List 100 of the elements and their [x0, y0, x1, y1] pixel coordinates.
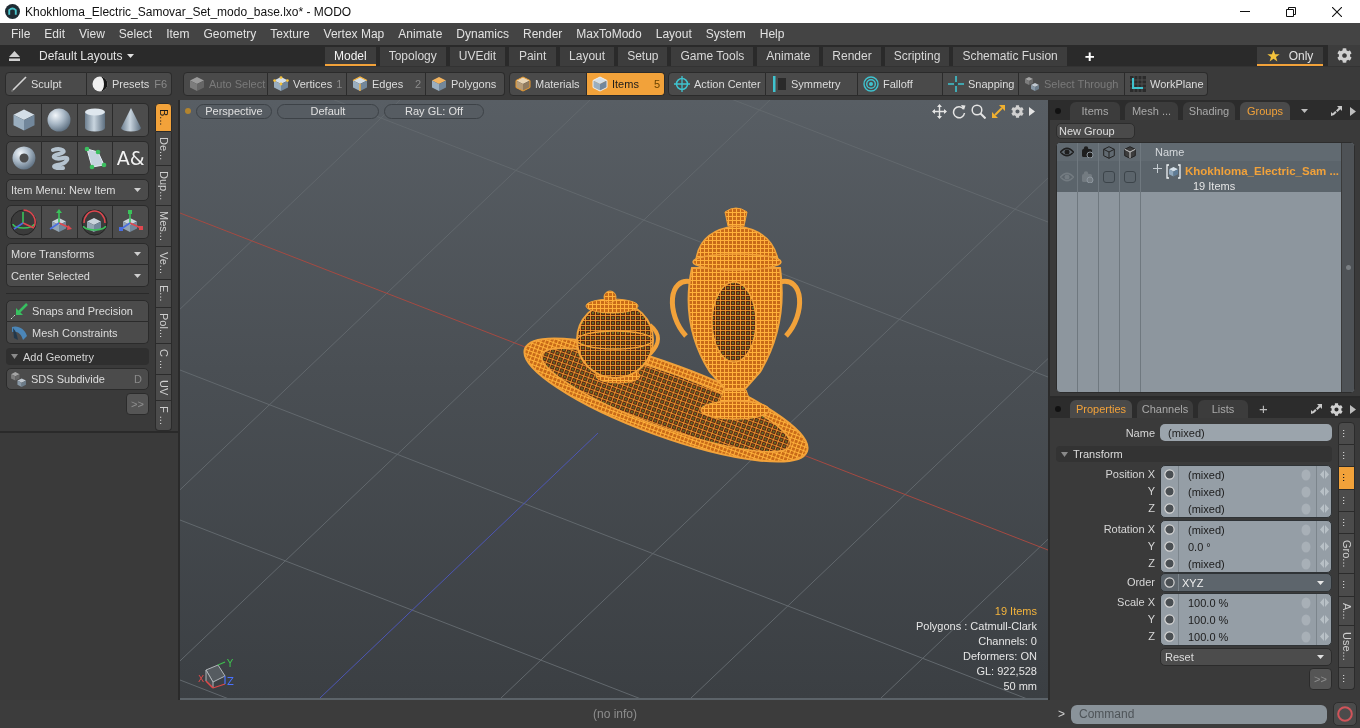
panel-tab[interactable]: Mesh ... [1125, 102, 1178, 120]
side-tab[interactable]: Use... [1338, 626, 1355, 668]
menu-item[interactable]: Texture [263, 23, 317, 45]
shape-tool-button[interactable] [41, 141, 78, 175]
side-tab[interactable]: A... [1338, 596, 1355, 627]
order-dropdown[interactable]: XYZ [1179, 574, 1331, 591]
tool-button[interactable]: Falloff [858, 71, 943, 96]
tool-button[interactable]: Items 5 [587, 71, 665, 96]
transform-tool-button[interactable] [41, 205, 78, 239]
palette-button[interactable]: Sculpt [5, 71, 87, 96]
name-field[interactable]: (mixed) [1160, 424, 1332, 441]
side-tab[interactable]: ... [1338, 511, 1355, 534]
checkbox[interactable] [1103, 170, 1115, 183]
menu-item[interactable]: Vertex Map [316, 23, 392, 45]
side-tab[interactable]: Ve... [155, 247, 172, 281]
side-tab[interactable]: Dup... [155, 165, 172, 207]
transform-tool-button[interactable] [77, 205, 114, 239]
new-group-button[interactable]: New Group [1056, 123, 1135, 139]
transform-tool-button[interactable] [6, 205, 42, 239]
layout-tab[interactable]: Game Tools [671, 47, 754, 66]
side-tab[interactable]: UV [155, 374, 172, 402]
side-tab[interactable]: ... [1338, 574, 1355, 597]
panel-tab[interactable]: Properties [1070, 400, 1132, 418]
value-field[interactable]: 100.0 % [1179, 628, 1301, 645]
side-tab[interactable]: De... [155, 131, 172, 166]
side-tab[interactable]: ... [1338, 489, 1355, 512]
layout-tab[interactable]: Paint [509, 47, 557, 66]
layout-tab[interactable]: Model [325, 47, 376, 66]
menu-item[interactable]: Select [111, 23, 160, 45]
side-tab[interactable]: ... [1338, 667, 1355, 690]
panel-tab[interactable]: Items [1070, 102, 1120, 120]
menu-item[interactable]: Layout [648, 23, 699, 45]
shape-tool-button[interactable] [6, 141, 42, 175]
tool-button[interactable]: Snapping [943, 71, 1019, 96]
tool-button[interactable]: Mesh Constraints [6, 322, 149, 344]
side-tab[interactable]: ... [1338, 422, 1355, 446]
value-field[interactable]: 100.0 % [1179, 594, 1301, 611]
record-button[interactable] [1333, 702, 1357, 726]
value-field[interactable]: (mixed) [1179, 521, 1301, 538]
menu-item[interactable]: File [4, 23, 38, 45]
layout-tab[interactable]: UVEdit [449, 47, 506, 66]
menu-item[interactable]: View [72, 23, 112, 45]
shape-tool-button[interactable] [113, 103, 149, 137]
shape-tool-button[interactable] [77, 141, 114, 175]
palette-button[interactable]: Presets F6 [87, 71, 172, 96]
layout-tab[interactable]: Animate [757, 47, 820, 66]
value-field[interactable]: (mixed) [1179, 555, 1301, 572]
tool-button[interactable]: Vertices 1 [268, 71, 347, 96]
menu-item[interactable]: Animate [391, 23, 450, 45]
layout-tab[interactable]: Layout [560, 47, 615, 66]
settings-button[interactable] [1328, 45, 1360, 66]
layout-tab[interactable]: Scripting [884, 47, 950, 66]
side-tab[interactable]: ... [1338, 445, 1355, 468]
shape-tool-button[interactable] [6, 103, 42, 137]
menu-item[interactable]: Render [516, 23, 570, 45]
layout-tab[interactable]: Render [823, 47, 881, 66]
side-tab[interactable]: Gro... [1338, 533, 1355, 575]
tool-button[interactable]: WorkPlane [1125, 71, 1208, 96]
value-field[interactable]: 0.0 ° [1179, 538, 1301, 555]
text-tool-button[interactable]: A& [113, 141, 149, 175]
tool-button[interactable]: Edges 2 [347, 71, 426, 96]
tool-button[interactable]: Materials [509, 71, 587, 96]
section-header[interactable]: Transform [1056, 446, 1332, 462]
transform-dropdown[interactable]: Center Selected [6, 265, 149, 287]
layout-tab[interactable]: Setup [618, 47, 668, 66]
panel-tab[interactable]: Lists [1198, 400, 1248, 418]
panel-tab[interactable]: Groups [1240, 102, 1290, 120]
view-button[interactable]: Default [277, 103, 379, 119]
value-field[interactable]: 100.0 % [1179, 611, 1301, 628]
reset-dropdown[interactable]: Reset [1160, 648, 1332, 666]
add-tab-button[interactable]: + [1080, 47, 1099, 66]
layout-tab[interactable]: Topology [379, 47, 446, 66]
tool-button[interactable]: SDS Subdivide D [6, 368, 149, 390]
value-field[interactable]: (mixed) [1179, 500, 1301, 517]
menu-item[interactable]: System [698, 23, 753, 45]
side-tab[interactable]: Mes... [155, 206, 172, 248]
panel-tab[interactable]: Shading [1183, 102, 1235, 120]
add-tab-button[interactable]: + [1253, 400, 1274, 418]
panel-tab[interactable]: Channels [1137, 400, 1193, 418]
menu-item[interactable]: Help [752, 23, 792, 45]
checkbox[interactable] [1124, 170, 1136, 183]
favorites-only-toggle[interactable]: Only [1257, 47, 1323, 66]
menu-item[interactable]: Geometry [196, 23, 264, 45]
menu-item[interactable]: Item [159, 23, 197, 45]
menu-item[interactable]: Dynamics [449, 23, 516, 45]
side-tab[interactable]: E... [155, 280, 172, 308]
side-tab[interactable]: B... [155, 103, 172, 132]
side-tab[interactable]: ... [1338, 467, 1355, 490]
section-header[interactable]: Add Geometry [6, 348, 149, 365]
shape-tool-button[interactable] [41, 103, 78, 137]
layout-tab[interactable]: Schematic Fusion [953, 47, 1067, 66]
value-field[interactable]: (mixed) [1179, 466, 1301, 483]
command-field[interactable]: Command [1071, 704, 1327, 724]
side-tab[interactable]: F ... [155, 401, 172, 432]
menu-item[interactable]: MaxToModo [569, 23, 649, 45]
group-row[interactable]: Khokhloma_Electric_Sam ... 19 Items [1057, 161, 1341, 192]
view-button[interactable]: Perspective [196, 103, 272, 119]
transform-tool-button[interactable] [113, 205, 149, 239]
view-button[interactable]: Ray GL: Off [384, 103, 484, 119]
tool-button[interactable]: Symmetry [766, 71, 858, 96]
